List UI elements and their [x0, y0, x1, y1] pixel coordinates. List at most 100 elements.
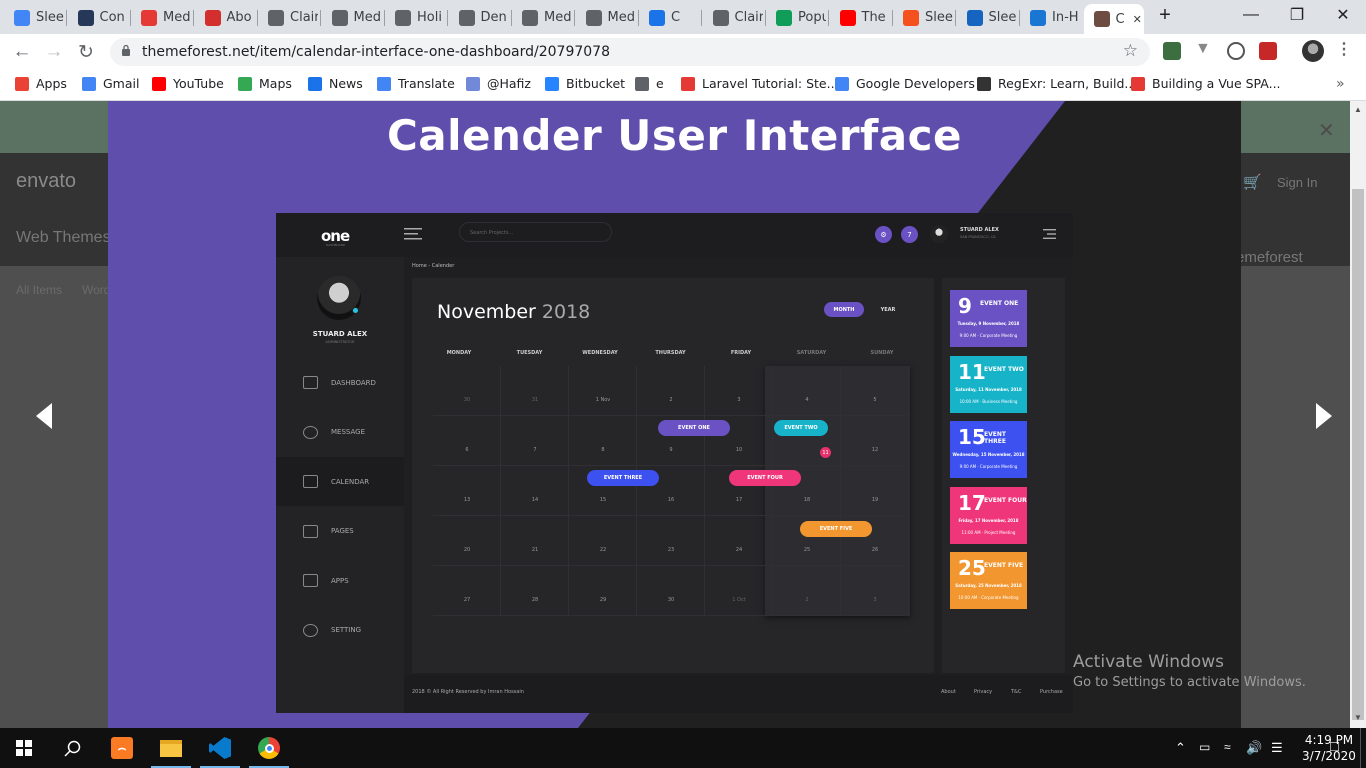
browser-tab[interactable]: Con: [68, 4, 128, 31]
bookmark-item[interactable]: @Hafiz: [466, 76, 531, 91]
calendar-day-cell: 3: [841, 566, 909, 616]
more-bookmarks-icon[interactable]: »: [1336, 76, 1345, 92]
chrome-app[interactable]: [245, 728, 293, 768]
bookmark-item[interactable]: Gmail: [82, 76, 139, 91]
browser-tab[interactable]: Med: [322, 4, 382, 31]
bookmark-label: Apps: [36, 76, 67, 91]
bookmark-item[interactable]: RegExr: Learn, Build...: [977, 76, 1136, 91]
browser-tab[interactable]: In-H: [1020, 4, 1080, 31]
event-card-day: 17: [958, 490, 986, 515]
language-icon[interactable]: ☰: [1271, 740, 1283, 756]
bookmark-item[interactable]: e: [635, 76, 664, 91]
previous-arrow-icon[interactable]: [32, 401, 56, 431]
minimize-button[interactable]: —: [1228, 0, 1274, 30]
browser-tab[interactable]: Clair: [703, 4, 763, 31]
sidebar-menu-item: APPS: [276, 556, 404, 605]
tray-chevron-icon[interactable]: ⌃: [1175, 740, 1186, 756]
calendar-day-cell: 28: [501, 566, 569, 616]
calendar-icon: [303, 475, 318, 488]
scroll-up-icon[interactable]: ▲: [1354, 105, 1362, 114]
bookmark-item[interactable]: Bitbucket: [545, 76, 625, 91]
all-items-link[interactable]: All Items: [16, 283, 62, 297]
scroll-down-icon[interactable]: ▼: [1354, 713, 1362, 722]
day-number: 26: [871, 547, 879, 553]
day-number: 22: [599, 547, 607, 553]
browser-tab[interactable]: Slee: [957, 4, 1017, 31]
bookmark-item[interactable]: Laravel Tutorial: Ste...: [681, 76, 839, 91]
calendar-day-cell: 1 Nov: [569, 366, 637, 416]
day-number: 31: [531, 397, 539, 403]
medical-cross-icon: [141, 9, 157, 26]
notification-center-icon[interactable]: □: [1330, 738, 1339, 755]
taskbar-clock[interactable]: 4:19 PM 3/7/2020: [1302, 732, 1356, 764]
wifi-icon[interactable]: ≈: [1224, 740, 1231, 754]
cart-icon[interactable]: 🛒: [1243, 173, 1262, 191]
tab-label: Clair: [290, 10, 318, 25]
browser-tab[interactable]: Slee: [893, 4, 953, 31]
sidebar-avatar: [317, 276, 361, 320]
new-tab-button[interactable]: +: [1150, 0, 1180, 30]
show-desktop-button[interactable]: [1360, 728, 1361, 768]
event-card: 9 EVENT ONE Tuesday, 9 November, 2018 9:00 …: [950, 290, 1027, 347]
browser-tab[interactable]: Slee: [4, 4, 64, 31]
next-arrow-icon[interactable]: [1312, 401, 1336, 431]
menu-dots-icon[interactable]: ⋮: [1336, 39, 1354, 58]
vscode-app[interactable]: [196, 728, 244, 768]
browser-tab[interactable]: Med: [131, 4, 191, 31]
extension-red-icon[interactable]: [1259, 42, 1277, 60]
browser-tab[interactable]: Med: [512, 4, 572, 31]
forward-button[interactable]: →: [42, 40, 66, 64]
menu-label: SETTING: [331, 626, 362, 634]
extension-circle-icon[interactable]: [1227, 42, 1245, 60]
start-button[interactable]: [0, 728, 48, 768]
close-notice-icon[interactable]: ✕: [1318, 118, 1335, 143]
volume-icon[interactable]: 🔊: [1246, 740, 1262, 756]
globe-icon: [585, 9, 602, 26]
extension-icon[interactable]: [1163, 42, 1181, 60]
xampp-app[interactable]: ⌢: [98, 728, 146, 768]
vue-devtools-icon[interactable]: ▼: [1195, 40, 1213, 58]
browser-tab[interactable]: Holi: [385, 4, 445, 31]
tab-label: Slee: [988, 10, 1017, 25]
bookmark-star-icon[interactable]: ☆: [1123, 41, 1138, 61]
address-bar[interactable]: themeforest.net/item/calendar-interface-…: [110, 38, 1150, 66]
page-scrollbar[interactable]: ▲ ▼: [1350, 101, 1366, 728]
themeforest-logo: emeforest: [1236, 249, 1303, 266]
close-tab-icon[interactable]: ✕: [1133, 13, 1142, 26]
popular-icon: [776, 9, 792, 26]
battery-icon[interactable]: ▭: [1199, 740, 1210, 754]
sign-in-link[interactable]: Sign In: [1277, 175, 1317, 190]
browser-tab[interactable]: Med: [576, 4, 636, 31]
brand-red-icon: [204, 9, 221, 26]
bookmark-item[interactable]: Maps: [238, 76, 292, 91]
dashboard-mockup: one DASHBOARD Search Projects... ⚙ 7 STU…: [276, 213, 1073, 713]
tab-label: Slee: [925, 10, 953, 25]
back-button[interactable]: ←: [10, 40, 34, 64]
file-explorer-app[interactable]: [147, 728, 195, 768]
bookmark-item[interactable]: Apps: [15, 76, 67, 91]
bookmark-item[interactable]: Translate: [377, 76, 455, 91]
today-marker: 11: [820, 447, 831, 458]
bookmark-item[interactable]: Google Developers: [835, 76, 975, 91]
reload-button[interactable]: ↻: [74, 40, 98, 64]
word-link[interactable]: Word: [82, 283, 110, 297]
menu-label: CALENDAR: [331, 477, 370, 486]
browser-tab[interactable]: Popu: [766, 4, 826, 31]
profile-avatar[interactable]: [1302, 40, 1324, 62]
browser-tab[interactable]: Abo: [195, 4, 255, 31]
scrollbar-thumb[interactable]: [1352, 189, 1364, 720]
tab-label: Slee: [36, 10, 64, 25]
search-button[interactable]: [48, 728, 96, 768]
bookmark-item[interactable]: News: [308, 76, 363, 91]
close-window-button[interactable]: ✕: [1320, 0, 1366, 30]
browser-tab[interactable]: Clair: [258, 4, 318, 31]
bookmark-item[interactable]: Building a Vue SPA...: [1131, 76, 1281, 91]
ln-icon: [681, 76, 695, 91]
bookmark-item[interactable]: YouTube: [152, 76, 224, 91]
browser-tab[interactable]: C: [639, 4, 699, 31]
browser-tab[interactable]: Den: [449, 4, 509, 31]
browser-tab[interactable]: The: [830, 4, 890, 31]
maximize-button[interactable]: ❐: [1274, 0, 1320, 30]
nav-title[interactable]: Web Themes: [16, 229, 111, 247]
browser-tab[interactable]: C ✕: [1083, 4, 1144, 34]
